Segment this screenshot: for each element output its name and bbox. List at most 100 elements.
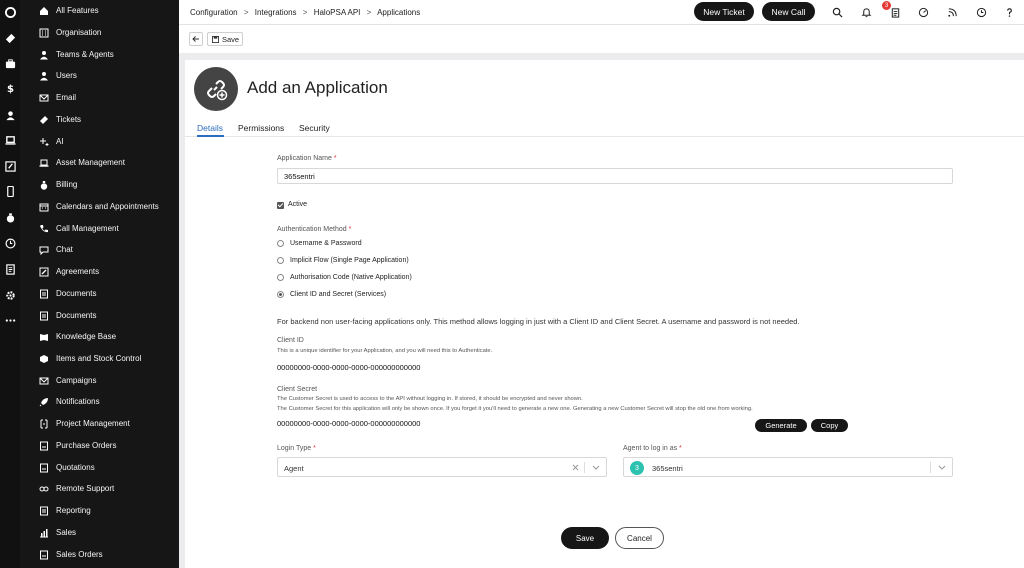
- cancel-button[interactable]: Cancel: [615, 527, 664, 549]
- sidebar-item-label: Chat: [56, 245, 73, 254]
- sidebar-item-billing[interactable]: Billing: [20, 176, 179, 194]
- application-logo: [194, 67, 238, 111]
- breadcrumb-item[interactable]: Applications: [377, 8, 420, 17]
- sidebar-item-label: AI: [56, 137, 64, 146]
- help-icon[interactable]: [1002, 5, 1016, 19]
- sidebar-item-asset-management[interactable]: Asset Management: [20, 154, 179, 172]
- sidebar-item-purchase-orders[interactable]: Purchase Orders: [20, 437, 179, 455]
- edit-icon[interactable]: [3, 159, 17, 173]
- auth-option-label: Username & Password: [290, 240, 362, 247]
- briefcase-icon[interactable]: [3, 56, 17, 70]
- copy-button[interactable]: Copy: [811, 419, 848, 432]
- save-button[interactable]: Save: [561, 527, 609, 549]
- login-type-label-text: Login Type: [277, 445, 312, 452]
- tab-permissions[interactable]: Permissions: [238, 123, 284, 133]
- tab-security[interactable]: Security: [299, 123, 330, 133]
- clear-icon[interactable]: [572, 464, 579, 471]
- agent-select[interactable]: 3 365sentri: [623, 457, 953, 477]
- sidebar-item-organisation[interactable]: Organisation: [20, 24, 179, 42]
- agent-label: Agent to log in as *: [623, 445, 682, 452]
- search-icon[interactable]: [830, 5, 844, 19]
- money-bag-icon[interactable]: [3, 210, 17, 224]
- active-tab-indicator: [197, 135, 224, 137]
- laptop-icon[interactable]: [3, 133, 17, 147]
- settings-icon[interactable]: [3, 288, 17, 302]
- client-secret-help: The Customer Secret is used to access to…: [277, 396, 583, 402]
- toolbar-save-button[interactable]: Save: [207, 32, 243, 46]
- sidebar-item-label: Quotations: [56, 463, 95, 472]
- tab-bar: Details Permissions Security: [185, 120, 1024, 137]
- app-name-input[interactable]: 365sentri: [277, 168, 953, 184]
- chevron-down-icon[interactable]: [938, 465, 946, 471]
- active-label: Active: [288, 201, 308, 208]
- sidebar-item-knowledge-base[interactable]: Knowledge Base: [20, 328, 179, 346]
- dollar-icon[interactable]: $: [3, 81, 17, 95]
- auth-radio-authorisation-code[interactable]: [277, 274, 284, 281]
- auth-radio-client-id-secret[interactable]: [277, 291, 284, 298]
- avatar: 3: [630, 461, 644, 475]
- sidebar-item-campaigns[interactable]: Campaigns: [20, 372, 179, 390]
- sidebar-item-email[interactable]: Email: [20, 89, 179, 107]
- sidebar-item-label: Notifications: [56, 397, 100, 406]
- breadcrumb-separator: >: [366, 8, 372, 17]
- sidebar-item-agreements[interactable]: Agreements: [20, 263, 179, 281]
- sidebar-item-label: All Features: [56, 6, 99, 15]
- sidebar-item-sales-orders[interactable]: Sales Orders: [20, 546, 179, 564]
- chevron-down-icon[interactable]: [592, 465, 600, 471]
- sidebar-item-label: Purchase Orders: [56, 441, 117, 450]
- mobile-icon[interactable]: [3, 184, 17, 198]
- sidebar-item-teams-agents[interactable]: Teams & Agents: [20, 46, 179, 64]
- new-ticket-button[interactable]: New Ticket: [694, 2, 754, 21]
- sidebar-item-reporting[interactable]: Reporting: [20, 502, 179, 520]
- bell-icon[interactable]: [859, 5, 873, 19]
- logo-icon[interactable]: [3, 5, 17, 19]
- phone-icon: [40, 225, 48, 233]
- generate-button[interactable]: Generate: [755, 419, 807, 432]
- sidebar-item-quotations[interactable]: Quotations: [20, 459, 179, 477]
- sidebar-item-call-management[interactable]: Call Management: [20, 220, 179, 238]
- sidebar-item-remote-support[interactable]: Remote Support: [20, 480, 179, 498]
- sidebar-item-project-management[interactable]: Project Management: [20, 415, 179, 433]
- sidebar-item-ai[interactable]: AI: [20, 133, 179, 151]
- breadcrumb-item[interactable]: HaloPSA API: [314, 8, 361, 17]
- auth-radio-username-password[interactable]: [277, 240, 284, 247]
- login-type-select[interactable]: Agent: [277, 457, 607, 477]
- email-icon: [39, 94, 49, 102]
- auth-radio-implicit-flow[interactable]: [277, 257, 284, 264]
- breadcrumb-item[interactable]: Configuration: [190, 8, 238, 17]
- ticket-icon[interactable]: [3, 31, 17, 45]
- sidebar-item-sales[interactable]: Sales: [20, 524, 179, 542]
- toolbar: Save: [179, 25, 1024, 53]
- client-secret-value: 00000000-0000-0000-0000-000000000000: [277, 419, 421, 428]
- sidebar-item-calendars[interactable]: Calendars and Appointments: [20, 198, 179, 216]
- svg-text:$: $: [6, 84, 13, 94]
- user-icon[interactable]: [3, 108, 17, 122]
- sidebar-item-items-stock[interactable]: Items and Stock Control: [20, 350, 179, 368]
- more-icon[interactable]: [3, 313, 17, 327]
- clock-icon[interactable]: [974, 5, 988, 19]
- sidebar-item-all-features[interactable]: All Features: [20, 2, 179, 20]
- login-type-value: Agent: [284, 464, 304, 473]
- active-checkbox[interactable]: [277, 202, 284, 209]
- new-call-button[interactable]: New Call: [762, 2, 815, 21]
- back-button[interactable]: [189, 32, 203, 46]
- sidebar-item-label: Items and Stock Control: [56, 354, 142, 363]
- document-icon[interactable]: [3, 262, 17, 276]
- client-id-label: Client ID: [277, 337, 304, 344]
- sidebar-item-label: Asset Management: [56, 158, 125, 167]
- app-name-label-text: Application Name: [277, 155, 332, 162]
- sidebar-item-tickets[interactable]: Tickets: [20, 111, 179, 129]
- sidebar-item-notifications[interactable]: Notifications: [20, 393, 179, 411]
- page-title: Add an Application: [247, 78, 388, 97]
- rocket-icon: [39, 398, 48, 407]
- sidebar-item-users[interactable]: Users: [20, 67, 179, 85]
- tab-details[interactable]: Details: [197, 123, 223, 133]
- rss-icon[interactable]: [945, 5, 959, 19]
- breadcrumb-item[interactable]: Integrations: [255, 8, 297, 17]
- gauge-icon[interactable]: [916, 5, 930, 19]
- sidebar-item-documents-2[interactable]: Documents: [20, 307, 179, 325]
- clock-icon[interactable]: [3, 236, 17, 250]
- sidebar-item-chat[interactable]: Chat: [20, 241, 179, 259]
- sidebar-item-label: Teams & Agents: [56, 50, 114, 59]
- sidebar-item-documents-1[interactable]: Documents: [20, 285, 179, 303]
